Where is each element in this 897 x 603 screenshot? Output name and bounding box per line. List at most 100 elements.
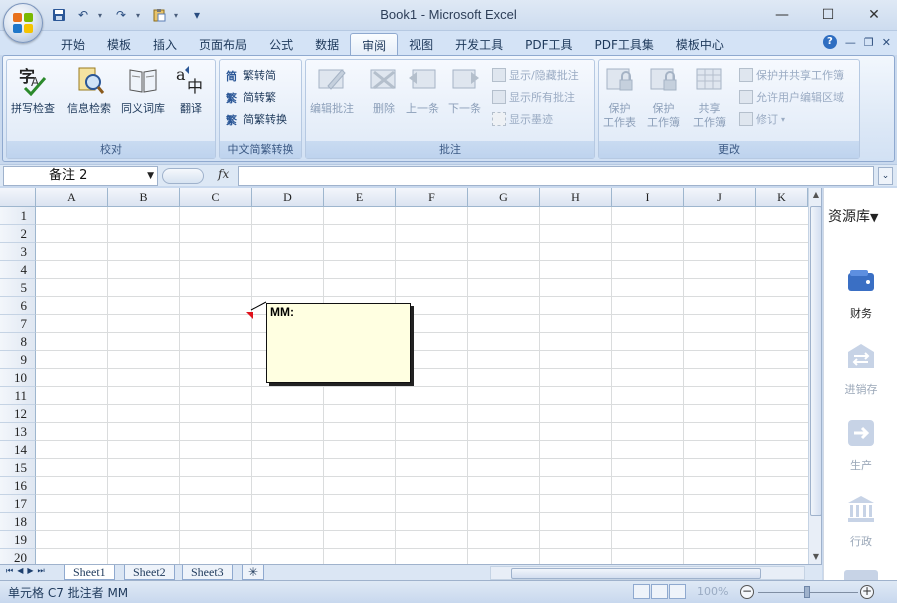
column-header[interactable]: J	[684, 188, 756, 207]
insert-function-button[interactable]: fx	[218, 167, 229, 181]
column-header[interactable]: G	[468, 188, 540, 207]
tab-2[interactable]: 插入	[142, 33, 188, 55]
row-header[interactable]: 15	[0, 459, 36, 477]
horizontal-scrollbar[interactable]	[490, 566, 805, 580]
row-header[interactable]: 16	[0, 477, 36, 495]
row-header[interactable]: 14	[0, 441, 36, 459]
previous-sheet-icon[interactable]: ◀	[17, 566, 23, 576]
row-header[interactable]: 1	[0, 207, 36, 225]
share-workbook-button[interactable]: 共享 工作簿	[693, 64, 726, 130]
column-header[interactable]: H	[540, 188, 612, 207]
sheet-tab[interactable]: Sheet3	[182, 565, 233, 580]
to-simplified-button[interactable]: 简 繁转简	[226, 67, 276, 83]
row-header[interactable]: 6	[0, 297, 36, 315]
allow-edit-ranges-button[interactable]: 允许用户编辑区域	[739, 89, 844, 105]
column-header[interactable]: F	[396, 188, 468, 207]
column-header[interactable]: B	[108, 188, 180, 207]
more-item-icon[interactable]	[844, 570, 878, 580]
vertical-scroll-thumb[interactable]	[810, 206, 821, 516]
row-header[interactable]: 4	[0, 261, 36, 279]
column-header[interactable]: I	[612, 188, 684, 207]
comment-box[interactable]: MM:	[266, 303, 411, 383]
previous-comment-button[interactable]: 上一条	[406, 64, 439, 116]
row-header[interactable]: 13	[0, 423, 36, 441]
protect-share-button[interactable]: 保护并共享工作簿	[739, 67, 844, 83]
insert-sheet-icon[interactable]: ✳	[242, 565, 265, 580]
expand-formula-bar-icon[interactable]: ⌄	[878, 167, 893, 185]
column-header[interactable]: E	[324, 188, 396, 207]
protect-workbook-button[interactable]: 保护 工作簿	[647, 64, 680, 130]
next-sheet-icon[interactable]: ▶	[27, 566, 33, 576]
row-header[interactable]: 7	[0, 315, 36, 333]
spell-check-button[interactable]: 字A 拼写检查	[11, 64, 55, 116]
translate-button[interactable]: a中 翻译	[175, 64, 207, 116]
row-header[interactable]: 12	[0, 405, 36, 423]
production-item[interactable]: 生产	[824, 418, 897, 473]
row-header[interactable]: 18	[0, 513, 36, 531]
column-header[interactable]: K	[756, 188, 808, 207]
close-window-button[interactable]: ✕	[851, 0, 897, 30]
protect-sheet-button[interactable]: 保护 工作表	[603, 64, 636, 130]
resource-panel-title[interactable]: 资源库▼	[828, 206, 878, 226]
column-header[interactable]: C	[180, 188, 252, 207]
scroll-down-icon[interactable]: ▼	[809, 550, 821, 564]
name-box-dropdown-icon[interactable]: ▼	[147, 167, 154, 185]
chinese-convert-button[interactable]: 繁 简繁转换	[226, 111, 287, 127]
thesaurus-button[interactable]: 同义词库	[121, 64, 165, 116]
tab-1[interactable]: 模板	[96, 33, 142, 55]
doc-minimize-button[interactable]: —	[845, 36, 856, 49]
doc-restore-button[interactable]: ❐	[864, 36, 874, 49]
show-ink-button[interactable]: 显示墨迹	[492, 111, 553, 127]
vertical-scrollbar[interactable]: ▲ ▼	[808, 188, 821, 564]
sheet-tab[interactable]: Sheet2	[124, 565, 175, 580]
tab-7[interactable]: 视图	[398, 33, 444, 55]
tab-4[interactable]: 公式	[258, 33, 304, 55]
zoom-level[interactable]: 100%	[697, 585, 728, 598]
row-header[interactable]: 10	[0, 369, 36, 387]
first-sheet-icon[interactable]: ⏮	[6, 566, 13, 576]
admin-item[interactable]: 行政	[824, 494, 897, 549]
row-header[interactable]: 20	[0, 549, 36, 564]
page-layout-view-icon[interactable]	[651, 584, 668, 599]
inventory-item[interactable]: 进销存	[824, 342, 897, 397]
delete-comment-button[interactable]: 删除	[368, 64, 400, 116]
sheet-tab[interactable]: Sheet1	[64, 565, 115, 580]
normal-view-icon[interactable]	[633, 584, 650, 599]
doc-close-button[interactable]: ✕	[882, 36, 891, 49]
zoom-slider-thumb[interactable]	[804, 586, 810, 598]
edit-comment-button[interactable]: 编辑批注	[310, 64, 354, 116]
help-icon[interactable]: ?	[822, 35, 837, 49]
last-sheet-icon[interactable]: ⏭	[38, 566, 45, 576]
zoom-out-icon[interactable]: −	[740, 585, 754, 599]
tab-9[interactable]: PDF工具	[514, 33, 583, 55]
row-header[interactable]: 17	[0, 495, 36, 513]
tab-0[interactable]: 开始	[50, 33, 96, 55]
tab-5[interactable]: 数据	[304, 33, 350, 55]
show-hide-comment-button[interactable]: 显示/隐藏批注	[492, 67, 579, 83]
row-header[interactable]: 2	[0, 225, 36, 243]
next-comment-button[interactable]: 下一条	[448, 64, 481, 116]
research-button[interactable]: 信息检索	[67, 64, 111, 116]
tab-10[interactable]: PDF工具集	[584, 33, 665, 55]
formula-input[interactable]	[238, 166, 874, 186]
row-header[interactable]: 9	[0, 351, 36, 369]
column-header[interactable]: A	[36, 188, 108, 207]
name-box[interactable]: 备注 2 ▼	[3, 166, 158, 186]
tab-11[interactable]: 模板中心	[665, 33, 735, 55]
show-all-comments-button[interactable]: 显示所有批注	[492, 89, 575, 105]
minimize-window-button[interactable]: —	[759, 0, 805, 30]
maximize-window-button[interactable]: ☐	[805, 0, 851, 30]
row-header[interactable]: 19	[0, 531, 36, 549]
tab-8[interactable]: 开发工具	[444, 33, 514, 55]
row-header[interactable]: 5	[0, 279, 36, 297]
horizontal-scroll-thumb[interactable]	[511, 568, 761, 579]
to-traditional-button[interactable]: 繁 简转繁	[226, 89, 276, 105]
row-header[interactable]: 11	[0, 387, 36, 405]
tab-6[interactable]: 审阅	[350, 33, 399, 55]
finance-item[interactable]: 财务	[824, 266, 897, 321]
track-changes-button[interactable]: 修订 ▾	[739, 111, 785, 127]
office-button[interactable]	[3, 3, 43, 43]
worksheet-grid[interactable]: A B C D E F G H I J K 1 2 3 4 5 6 7 8 9 10 11 12 13 14 15 16 17 18 19…	[0, 188, 822, 564]
scroll-up-icon[interactable]: ▲	[809, 188, 821, 202]
formula-cancel-enter-control[interactable]	[162, 168, 204, 184]
